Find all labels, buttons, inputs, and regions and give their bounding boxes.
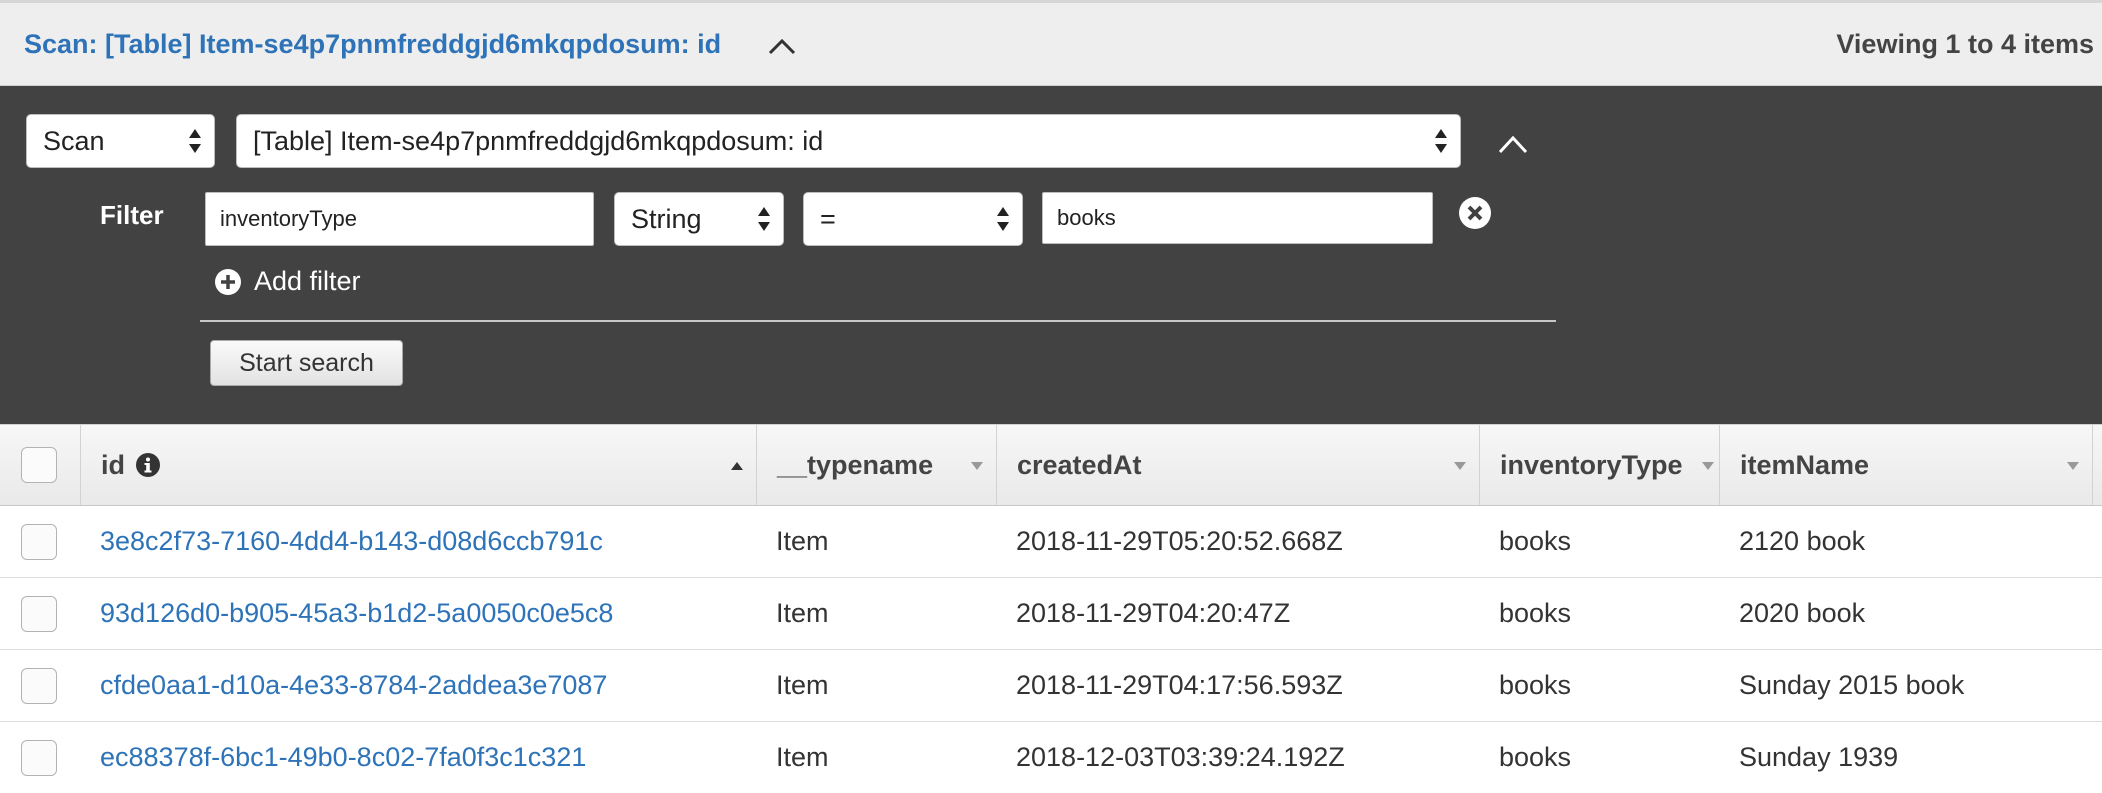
cell-itemname: 2020 book	[1739, 598, 1866, 628]
cell-itemname: 2120 book	[1739, 526, 1866, 556]
select-all-checkbox[interactable]	[21, 447, 57, 483]
filter-attribute-input[interactable]: inventoryType	[205, 192, 594, 246]
cell-inventorytype: books	[1499, 742, 1572, 772]
column-header-itemname[interactable]: itemName	[1720, 425, 2093, 505]
operation-value: Scan	[43, 125, 105, 156]
cell-inventorytype: books	[1499, 670, 1572, 700]
select-all-cell	[0, 425, 81, 505]
filter-label: Filter	[100, 200, 164, 230]
caret-down-icon	[2067, 462, 2079, 470]
caret-down-icon	[1454, 462, 1466, 470]
item-id-link[interactable]: ec88378f-6bc1-49b0-8c02-7fa0f3c1c321	[100, 722, 586, 793]
column-label-typename: __typename	[777, 449, 934, 480]
column-header-typename[interactable]: __typename	[757, 425, 997, 505]
chevron-up-icon[interactable]	[766, 35, 798, 57]
select-arrows-icon	[997, 207, 1009, 231]
row-checkbox[interactable]	[21, 596, 57, 632]
select-arrows-icon	[1435, 129, 1447, 153]
cell-typename: Item	[776, 526, 829, 556]
cell-itemname: Sunday 2015 book	[1739, 670, 1965, 700]
cell-createdat: 2018-11-29T05:20:52.668Z	[1016, 526, 1343, 556]
caret-down-icon	[971, 462, 983, 470]
add-filter-button[interactable]: Add filter	[214, 266, 361, 297]
column-label-inventorytype: inventoryType	[1500, 449, 1683, 480]
sort-ascending-icon	[731, 462, 743, 470]
table-row[interactable]: 93d126d0-b905-45a3-b1d2-5a0050c0e5c8 Ite…	[0, 578, 2102, 650]
start-search-button[interactable]: Start search	[210, 340, 403, 386]
column-label-id: id	[101, 449, 125, 480]
select-arrows-icon	[189, 129, 201, 153]
filter-operator-value: =	[820, 203, 836, 234]
table-row[interactable]: cfde0aa1-d10a-4e33-8784-2addea3e7087 Ite…	[0, 650, 2102, 722]
table-index-value: [Table] Item-se4p7pnmfreddgjd6mkqpdosum:…	[253, 125, 824, 156]
cell-typename: Item	[776, 598, 829, 628]
filter-type-select[interactable]: String	[614, 192, 784, 246]
column-header-id[interactable]: id	[81, 425, 757, 505]
viewing-count: Viewing 1 to 4 items	[1836, 29, 2094, 59]
select-arrows-icon	[758, 207, 770, 231]
add-filter-label: Add filter	[254, 266, 361, 296]
scan-title[interactable]: Scan: [Table] Item-se4p7pnmfreddgjd6mkqp…	[24, 29, 721, 60]
column-label-createdat: createdAt	[1017, 449, 1142, 480]
cell-itemname: Sunday 1939	[1739, 742, 1899, 772]
column-header-createdat[interactable]: createdAt	[997, 425, 1480, 505]
operation-select[interactable]: Scan	[26, 114, 215, 168]
cell-createdat: 2018-11-29T04:20:47Z	[1016, 598, 1291, 628]
cell-inventorytype: books	[1499, 598, 1572, 628]
filter-value-input[interactable]: books	[1042, 192, 1433, 244]
plus-circle-icon	[215, 268, 241, 295]
row-checkbox[interactable]	[21, 740, 57, 776]
column-label-itemname: itemName	[1740, 449, 1870, 480]
scan-header: Scan: [Table] Item-se4p7pnmfreddgjd6mkqp…	[0, 0, 2102, 86]
row-checkbox[interactable]	[21, 524, 57, 560]
close-circle-icon[interactable]	[1457, 195, 1493, 231]
table-row[interactable]: ec88378f-6bc1-49b0-8c02-7fa0f3c1c321 Ite…	[0, 722, 2102, 790]
cell-inventorytype: books	[1499, 526, 1572, 556]
item-id-link[interactable]: cfde0aa1-d10a-4e33-8784-2addea3e7087	[100, 650, 607, 721]
caret-down-icon	[1702, 462, 1714, 470]
table-header: id __typename createdAt inventoryType it…	[0, 424, 2102, 506]
panel-divider	[200, 320, 1556, 322]
query-panel: Scan [Table] Item-se4p7pnmfreddgjd6mkqpd…	[0, 86, 2102, 424]
row-checkbox[interactable]	[21, 668, 57, 704]
table-index-select[interactable]: [Table] Item-se4p7pnmfreddgjd6mkqpdosum:…	[236, 114, 1461, 168]
info-icon[interactable]	[135, 452, 161, 478]
cell-typename: Item	[776, 670, 829, 700]
filter-type-value: String	[631, 203, 702, 234]
column-header-inventorytype[interactable]: inventoryType	[1480, 425, 1720, 505]
table-row[interactable]: 3e8c2f73-7160-4dd4-b143-d08d6ccb791c Ite…	[0, 506, 2102, 578]
chevron-up-icon[interactable]	[1496, 132, 1530, 156]
cell-createdat: 2018-11-29T04:17:56.593Z	[1016, 670, 1343, 700]
filter-operator-select[interactable]: =	[803, 192, 1023, 246]
item-id-link[interactable]: 3e8c2f73-7160-4dd4-b143-d08d6ccb791c	[100, 506, 603, 577]
cell-typename: Item	[776, 742, 829, 772]
cell-createdat: 2018-12-03T03:39:24.192Z	[1016, 742, 1345, 772]
item-id-link[interactable]: 93d126d0-b905-45a3-b1d2-5a0050c0e5c8	[100, 578, 613, 649]
